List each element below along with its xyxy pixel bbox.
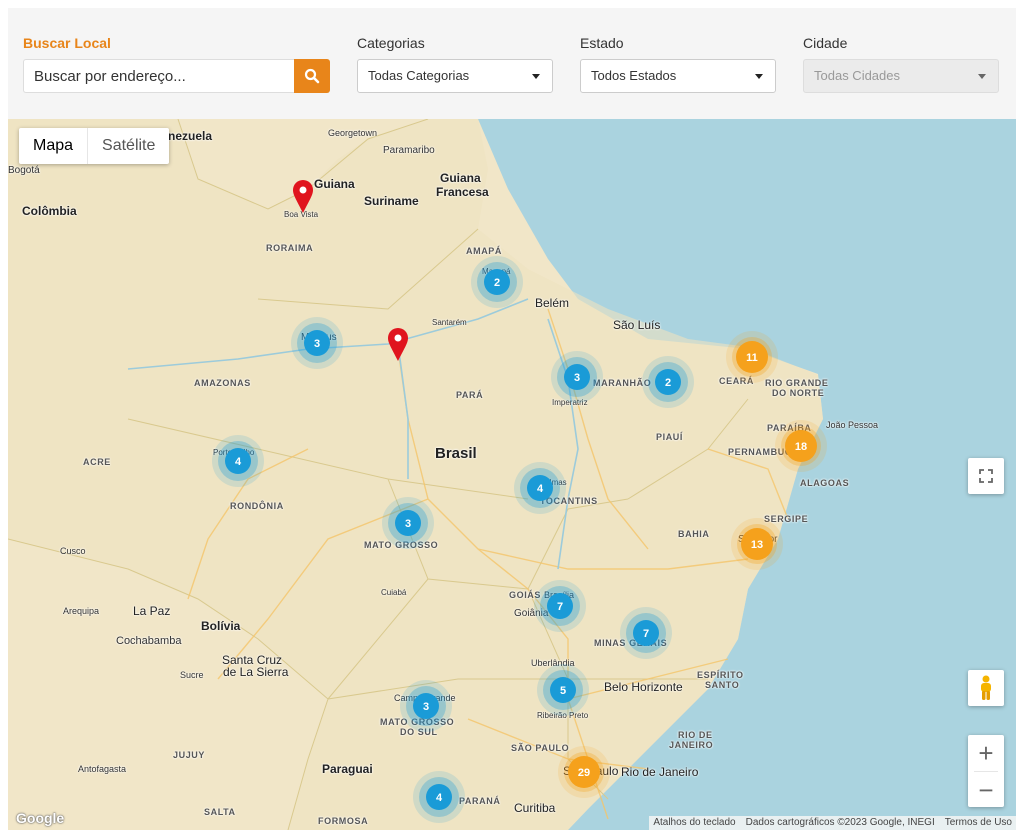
map-data-text: Dados cartográficos ©2023 Google, INEGI — [745, 817, 935, 828]
search-input[interactable] — [23, 59, 294, 93]
marker-cluster[interactable]: 18 — [775, 420, 827, 472]
marker-cluster[interactable]: 4 — [413, 771, 465, 823]
fullscreen-button[interactable] — [968, 458, 1004, 494]
cluster-count: 3 — [314, 338, 320, 350]
marker-cluster[interactable]: 3 — [400, 680, 452, 732]
map-pin-icon — [388, 328, 408, 361]
google-logo: Google — [16, 810, 65, 826]
maptype-satelite-button[interactable]: Satélite — [88, 128, 169, 164]
marker-cluster[interactable]: 5 — [537, 664, 589, 716]
chevron-down-icon — [532, 74, 540, 79]
categorias-select[interactable]: Todas Categorias — [357, 59, 553, 93]
keyboard-shortcuts-link[interactable]: Atalhos do teclado — [653, 816, 735, 830]
estado-select[interactable]: Todos Estados — [580, 59, 776, 93]
maptype-mapa-button[interactable]: Mapa — [19, 128, 89, 164]
zoom-in-button[interactable]: + — [968, 735, 1004, 771]
estado-value: Todos Estados — [591, 68, 677, 83]
map-pin-icon — [293, 180, 313, 213]
marker-cluster[interactable]: 3 — [551, 351, 603, 403]
plus-icon: + — [978, 737, 994, 768]
cluster-count: 4 — [235, 456, 242, 468]
cluster-count: 2 — [494, 277, 500, 289]
marker-cluster[interactable]: 11 — [726, 331, 778, 383]
cluster-count: 29 — [578, 767, 590, 779]
estado-label: Estado — [580, 35, 624, 51]
chevron-down-icon — [755, 74, 763, 79]
cluster-count: 7 — [643, 628, 649, 640]
location-marker[interactable] — [293, 180, 313, 213]
cluster-count: 5 — [560, 685, 566, 697]
map-attribution: Atalhos do teclado Dados cartográficos ©… — [649, 816, 1016, 830]
search-label: Buscar Local — [23, 35, 111, 51]
fullscreen-icon — [979, 469, 993, 483]
pegman-icon — [981, 675, 991, 700]
marker-cluster[interactable]: 7 — [534, 580, 586, 632]
map-type-control: Mapa Satélite — [19, 128, 170, 164]
cidade-value: Todas Cidades — [814, 68, 900, 83]
categorias-label: Categorias — [357, 35, 425, 51]
cluster-count: 2 — [665, 377, 671, 389]
filter-bar: Buscar Local Categorias Todas Categorias… — [8, 8, 1016, 119]
marker-cluster[interactable]: 4 — [514, 462, 566, 514]
marker-cluster[interactable]: 29 — [558, 746, 610, 798]
zoom-out-button[interactable]: − — [968, 772, 1004, 808]
categorias-value: Todas Categorias — [368, 68, 470, 83]
marker-cluster[interactable]: 2 — [471, 256, 523, 308]
search-button[interactable] — [294, 59, 330, 93]
chevron-down-icon — [978, 74, 986, 79]
cluster-count: 3 — [423, 701, 429, 713]
location-marker[interactable] — [388, 328, 408, 361]
cluster-count: 3 — [574, 372, 580, 384]
cluster-count: 18 — [795, 441, 807, 453]
marker-cluster[interactable]: 3 — [291, 317, 343, 369]
marker-cluster[interactable]: 3 — [382, 497, 434, 549]
minus-icon: − — [978, 774, 994, 805]
cluster-count: 13 — [751, 539, 763, 551]
marker-cluster[interactable]: 2 — [642, 356, 694, 408]
marker-cluster[interactable]: 4 — [212, 435, 264, 487]
map[interactable]: nezuela Georgetown Paramaribo Bogotá Gui… — [8, 119, 1016, 830]
terms-link[interactable]: Termos de Uso — [945, 816, 1012, 830]
marker-cluster[interactable]: 7 — [620, 607, 672, 659]
cluster-count: 3 — [405, 518, 411, 530]
cluster-count: 7 — [557, 601, 563, 613]
search-icon — [304, 68, 320, 84]
cidade-label: Cidade — [803, 35, 848, 51]
markers-layer: 2 3 3 2 11 18 4 4 3 13 7 7 5 3 29 4 — [212, 180, 827, 823]
cidade-select[interactable]: Todas Cidades — [803, 59, 999, 93]
cluster-count: 4 — [436, 792, 443, 804]
street-view-button[interactable] — [968, 670, 1004, 706]
cluster-count: 11 — [746, 352, 758, 364]
cluster-count: 4 — [537, 483, 544, 495]
zoom-control: + − — [968, 735, 1004, 807]
marker-cluster[interactable]: 13 — [731, 518, 783, 570]
